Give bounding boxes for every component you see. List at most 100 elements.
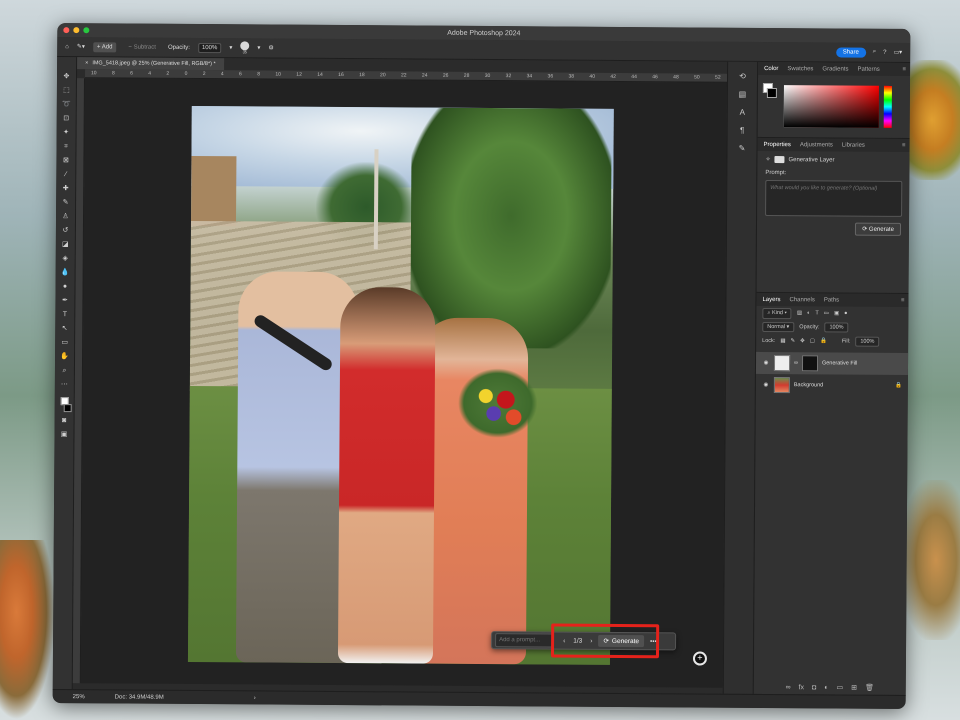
layer-row-background[interactable]: ◉ Background 🔒 bbox=[756, 374, 908, 397]
tab-swatches[interactable]: Swatches bbox=[787, 66, 813, 72]
filter-adjustment-icon[interactable]: ◐ bbox=[807, 310, 810, 316]
add-mode-button[interactable]: + Add bbox=[92, 41, 117, 52]
home-icon[interactable]: ⌂ bbox=[65, 44, 69, 50]
tab-channels[interactable]: Channels bbox=[789, 297, 814, 303]
marquee-tool-icon[interactable]: ⬚ bbox=[60, 85, 72, 96]
brush-size-picker[interactable]: 35 bbox=[240, 41, 250, 54]
visibility-eye-icon[interactable]: ◉ bbox=[762, 360, 770, 366]
tab-adjustments[interactable]: Adjustments bbox=[800, 142, 833, 148]
background-color-swatch[interactable] bbox=[63, 404, 72, 413]
filter-type-icon[interactable]: T bbox=[815, 310, 818, 316]
new-layer-icon[interactable]: ⊞ bbox=[851, 684, 857, 692]
layer-kind-filter[interactable]: ⌕ Kind ▾ bbox=[762, 307, 792, 319]
move-tool-icon[interactable]: ✥ bbox=[60, 71, 72, 82]
panel-icon-strip: ⟲ ▤ A ¶ ✎ bbox=[722, 61, 758, 694]
lock-transparency-icon[interactable]: ▦ bbox=[780, 338, 785, 344]
object-selection-tool-icon[interactable]: ⊡ bbox=[60, 113, 72, 124]
dodge-tool-icon[interactable]: ● bbox=[59, 281, 71, 292]
hand-tool-icon[interactable]: ✋ bbox=[59, 351, 71, 362]
hue-slider[interactable] bbox=[883, 85, 892, 128]
tab-layers[interactable]: Layers bbox=[762, 296, 780, 302]
lock-position-icon[interactable]: ✥ bbox=[800, 338, 805, 344]
healing-brush-tool-icon[interactable]: ✚ bbox=[60, 183, 72, 194]
tab-properties[interactable]: Properties bbox=[764, 141, 791, 147]
zoom-level[interactable]: 25% bbox=[73, 694, 85, 700]
path-selection-tool-icon[interactable]: ↖ bbox=[59, 323, 71, 334]
fx-icon[interactable]: fx bbox=[799, 684, 805, 691]
comments-panel-icon[interactable]: ▤ bbox=[739, 90, 747, 99]
tab-patterns[interactable]: Patterns bbox=[857, 66, 879, 72]
brush-tool-icon[interactable]: ✎ bbox=[60, 197, 72, 208]
screen-mode-icon[interactable]: ▣ bbox=[58, 429, 70, 440]
history-panel-icon[interactable]: ⟲ bbox=[739, 72, 746, 81]
filter-shape-icon[interactable]: ▭ bbox=[824, 310, 829, 316]
layer-name[interactable]: Background bbox=[794, 382, 823, 388]
layer-mask-thumbnail[interactable] bbox=[801, 355, 819, 372]
crop-tool-icon[interactable]: ⌗ bbox=[60, 141, 72, 152]
zoom-tool-icon[interactable]: ⌕ bbox=[58, 365, 70, 376]
properties-generate-button[interactable]: ⟳ Generate bbox=[855, 222, 902, 236]
document-photo[interactable] bbox=[187, 105, 614, 665]
type-tool-icon[interactable]: T bbox=[59, 309, 71, 320]
lasso-tool-icon[interactable]: ➰ bbox=[60, 99, 72, 110]
character-panel-icon[interactable]: A bbox=[740, 108, 745, 117]
paint-bucket-tool-icon[interactable]: ◈ bbox=[59, 253, 71, 264]
task-bar-prompt-input[interactable] bbox=[495, 633, 554, 648]
fill-field[interactable]: 100% bbox=[855, 336, 880, 347]
selection-brush-tool-icon[interactable]: ✎▾ bbox=[77, 43, 85, 50]
clone-stamp-tool-icon[interactable]: ♙ bbox=[59, 211, 71, 222]
panel-menu-icon[interactable]: ≡ bbox=[903, 66, 911, 72]
status-arrow-icon[interactable]: › bbox=[254, 695, 256, 701]
blur-tool-icon[interactable]: 💧 bbox=[59, 267, 71, 278]
color-picker-field[interactable] bbox=[783, 85, 879, 128]
tab-paths[interactable]: Paths bbox=[824, 297, 839, 303]
paragraph-panel-icon[interactable]: ¶ bbox=[740, 126, 744, 135]
help-icon[interactable]: ? bbox=[883, 49, 886, 55]
layer-name[interactable]: Generative Fill bbox=[822, 360, 858, 366]
filter-pixel-icon[interactable]: ▨ bbox=[797, 310, 802, 316]
layers-menu-icon[interactable]: ≡ bbox=[901, 297, 909, 303]
layer-opacity-field[interactable]: 100% bbox=[824, 322, 849, 333]
settings-gear-icon[interactable]: ⚙ bbox=[268, 45, 273, 52]
tab-libraries[interactable]: Libraries bbox=[842, 142, 865, 148]
canvas-area[interactable]: ‹ 1/3 › ⟳ Generate ••• + bbox=[80, 78, 727, 688]
document-tab[interactable]: × IMG_5418.jpeg @ 25% (Generative Fill, … bbox=[77, 57, 224, 71]
layer-lock-icon[interactable]: 🔒 bbox=[895, 383, 902, 389]
opacity-dropdown-icon[interactable]: ▾ bbox=[229, 44, 232, 51]
magic-wand-tool-icon[interactable]: ✦ bbox=[60, 127, 72, 138]
rectangle-tool-icon[interactable]: ▭ bbox=[59, 337, 71, 348]
visibility-eye-icon[interactable]: ◉ bbox=[762, 382, 770, 388]
prompt-textarea[interactable] bbox=[765, 179, 903, 217]
link-icon[interactable]: ∞ bbox=[786, 684, 791, 691]
trash-icon[interactable]: 🗑 bbox=[865, 684, 874, 692]
subtract-mode-button[interactable]: − Subtract bbox=[124, 42, 160, 52]
brush-dropdown-icon[interactable]: ▾ bbox=[257, 44, 260, 51]
filter-smart-object-icon[interactable]: ▣ bbox=[834, 310, 839, 316]
frame-tool-icon[interactable]: ⊠ bbox=[60, 155, 72, 166]
pen-tool-icon[interactable]: ✒ bbox=[59, 295, 71, 306]
search-icon[interactable]: ⌕ bbox=[873, 49, 876, 56]
tab-gradients[interactable]: Gradients bbox=[822, 66, 848, 72]
more-tools-icon[interactable]: ⋯ bbox=[58, 379, 70, 390]
properties-menu-icon[interactable]: ≡ bbox=[902, 142, 910, 148]
brushes-panel-icon[interactable]: ✎ bbox=[739, 144, 746, 153]
filter-toggle-icon[interactable]: ● bbox=[844, 311, 847, 317]
quick-mask-icon[interactable]: ◙ bbox=[58, 415, 70, 426]
mask-icon[interactable]: ◘ bbox=[812, 684, 816, 691]
history-brush-tool-icon[interactable]: ↺ bbox=[59, 225, 71, 236]
tab-color[interactable]: Color bbox=[764, 65, 778, 71]
eraser-tool-icon[interactable]: ◪ bbox=[59, 239, 71, 250]
color-bg-swatch[interactable] bbox=[766, 87, 777, 99]
share-button[interactable]: Share bbox=[835, 46, 866, 58]
adjustment-icon[interactable]: ◐ bbox=[824, 684, 828, 691]
eyedropper-tool-icon[interactable]: ⁄ bbox=[60, 169, 72, 180]
lock-all-icon[interactable]: 🔒 bbox=[820, 338, 827, 344]
lock-artboard-icon[interactable]: ▢ bbox=[810, 338, 815, 344]
lock-pixels-icon[interactable]: ✎ bbox=[791, 338, 796, 344]
opacity-field[interactable]: 100% bbox=[197, 42, 222, 53]
layer-row-generative-fill[interactable]: ◉ ∞ Generative Fill bbox=[755, 351, 909, 375]
close-tab-icon[interactable]: × bbox=[85, 60, 88, 66]
workspace-icon[interactable]: ▭▾ bbox=[893, 49, 902, 56]
group-icon[interactable]: ▭ bbox=[837, 683, 844, 691]
blend-mode-select[interactable]: Normal ▾ bbox=[762, 321, 795, 333]
